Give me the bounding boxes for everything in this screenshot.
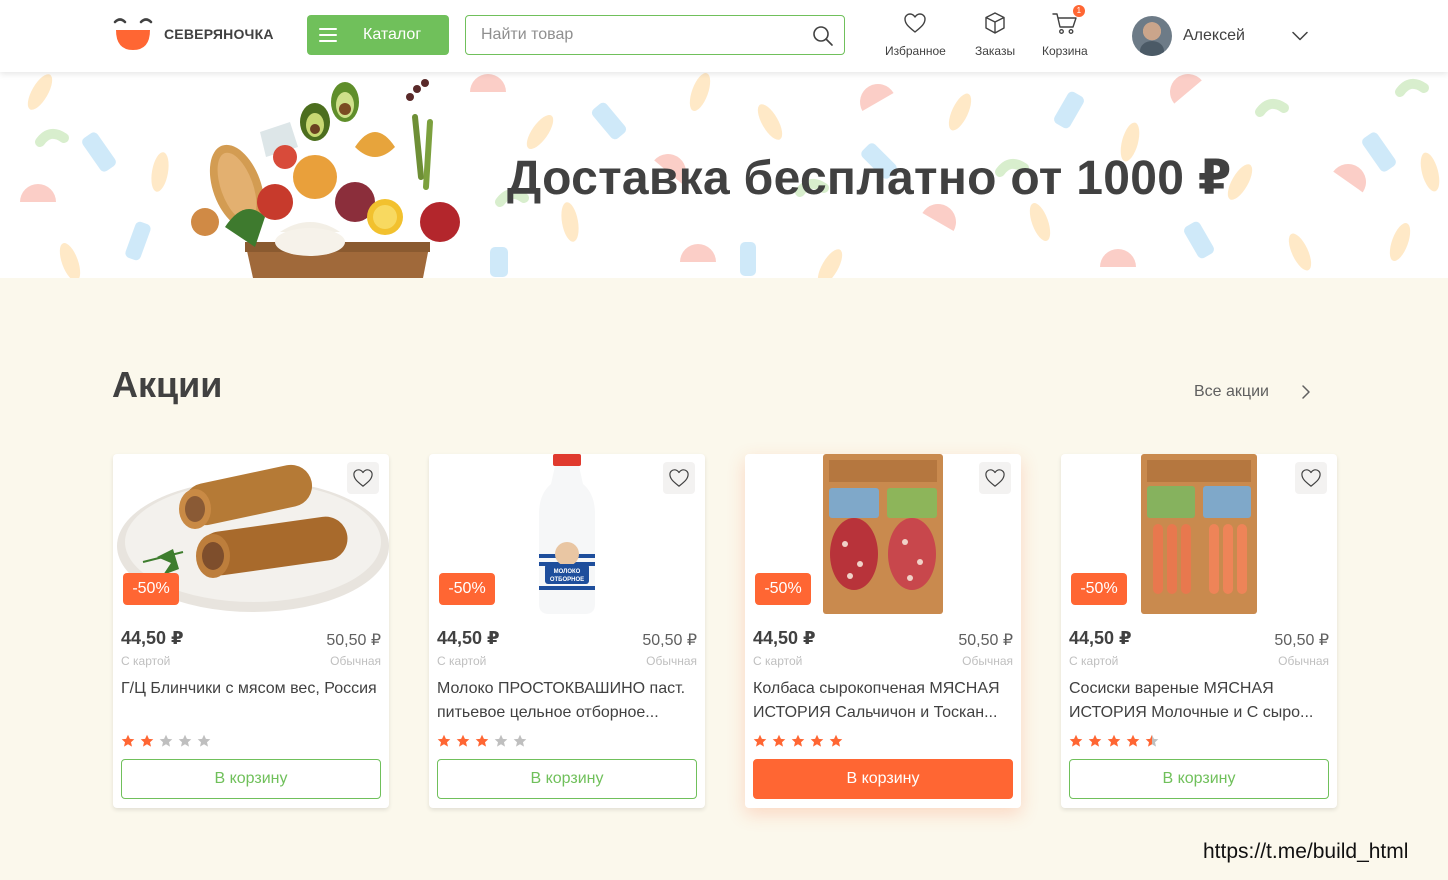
price-with-card: 44,50 ₽	[437, 628, 500, 648]
price-regular-label: Обычная	[646, 654, 697, 668]
price-regular-label: Обычная	[962, 654, 1013, 668]
star-icon	[753, 734, 767, 747]
star-icon	[829, 734, 843, 747]
heart-icon	[669, 469, 689, 487]
product-card[interactable]: МОЛОКО ОТБОРНОЕ -50% 44,50 ₽ 50,50 ₽ С к…	[429, 454, 705, 808]
discount-badge: -50%	[123, 573, 179, 605]
price-regular: 50,50 ₽	[1274, 632, 1329, 649]
favorite-button[interactable]	[979, 462, 1011, 494]
star-icon	[456, 734, 470, 747]
header: СЕВЕРЯНОЧКА Каталог Избранное Заказы 1 К…	[0, 0, 1448, 72]
star-icon	[1069, 734, 1083, 747]
favorite-button[interactable]	[1295, 462, 1327, 494]
catalog-button-label: Каталог	[363, 26, 422, 43]
grocery-bag-image	[191, 79, 460, 278]
add-to-cart-button[interactable]: В корзину	[121, 759, 381, 799]
nav-favorites[interactable]: Избранное	[885, 8, 946, 58]
heart-icon	[903, 8, 927, 38]
price-with-card-label: С картой	[121, 654, 171, 668]
catalog-button[interactable]: Каталог	[307, 15, 449, 55]
star-icon	[197, 734, 211, 747]
promo-section-title: Акции	[112, 364, 223, 405]
star-icon	[1145, 734, 1159, 747]
star-icon	[1088, 734, 1102, 747]
product-title[interactable]: Сосиски вареные МЯСНАЯ ИСТОРИЯ Молочные …	[1069, 677, 1331, 725]
user-name: Алексей	[1183, 27, 1245, 44]
logo[interactable]: СЕВЕРЯНОЧКА	[112, 16, 274, 52]
search-box	[465, 15, 845, 55]
discount-badge: -50%	[1071, 573, 1127, 605]
rating-stars	[753, 734, 848, 748]
chevron-right-icon	[1302, 385, 1310, 399]
star-icon	[140, 734, 154, 747]
product-card[interactable]: -50% 44,50 ₽ 50,50 ₽ С картой Обычная Со…	[1061, 454, 1337, 808]
star-icon	[810, 734, 824, 747]
logo-icon	[112, 16, 154, 52]
heart-icon	[353, 469, 373, 487]
nav-cart-label: Корзина	[1042, 44, 1088, 58]
banner-title: Доставка бесплатно от 1000 ₽	[507, 152, 1232, 205]
cart-icon: 1	[1052, 5, 1085, 38]
product-title[interactable]: Г/Ц Блинчики с мясом вес, Россия	[121, 677, 383, 725]
add-to-cart-button[interactable]: В корзину	[437, 759, 697, 799]
menu-icon	[319, 24, 337, 46]
rating-stars	[1069, 734, 1164, 748]
star-icon	[178, 734, 192, 747]
price-with-card: 44,50 ₽	[753, 628, 816, 648]
promo-banner[interactable]: Доставка бесплатно от 1000 ₽	[0, 72, 1448, 278]
heart-icon	[1301, 469, 1321, 487]
price-regular: 50,50 ₽	[326, 632, 381, 649]
discount-badge: -50%	[439, 573, 495, 605]
star-icon	[437, 734, 451, 747]
star-icon	[159, 734, 173, 747]
star-icon	[791, 734, 805, 747]
nav-orders-label: Заказы	[975, 44, 1016, 58]
favorite-button[interactable]	[347, 462, 379, 494]
nav-cart[interactable]: 1 Корзина	[1042, 5, 1088, 58]
logo-text: СЕВЕРЯНОЧКА	[164, 26, 274, 42]
nav-favorites-label: Избранное	[885, 44, 946, 58]
price-regular: 50,50 ₽	[958, 632, 1013, 649]
cart-badge: 1	[1072, 5, 1085, 17]
price-regular: 50,50 ₽	[642, 632, 697, 649]
nav-orders[interactable]: Заказы	[975, 8, 1015, 58]
price-regular-label: Обычная	[330, 654, 381, 668]
svg-text:ОТБОРНОЕ: ОТБОРНОЕ	[550, 577, 584, 583]
product-title[interactable]: Колбаса сырокопченая МЯСНАЯ ИСТОРИЯ Саль…	[753, 677, 1015, 725]
svg-text:МОЛОКО: МОЛОКО	[554, 569, 581, 575]
favorite-button[interactable]	[663, 462, 695, 494]
chevron-down-icon[interactable]	[1292, 28, 1308, 46]
price-with-card-label: С картой	[1069, 654, 1119, 668]
rating-stars	[437, 734, 532, 748]
heart-icon	[985, 469, 1005, 487]
star-icon	[513, 734, 527, 747]
price-with-card-label: С картой	[753, 654, 803, 668]
discount-badge: -50%	[755, 573, 811, 605]
star-icon	[1126, 734, 1140, 747]
watermark-link: https://t.me/build_html	[1203, 840, 1409, 863]
all-promos-link[interactable]: Все акции	[1194, 383, 1311, 401]
star-icon	[1107, 734, 1121, 747]
price-regular-label: Обычная	[1278, 654, 1329, 668]
star-icon	[121, 734, 135, 747]
product-title[interactable]: Молоко ПРОСТОКВАШИНО паст. питьевое цель…	[437, 677, 699, 725]
rating-stars	[121, 734, 216, 748]
price-with-card-label: С картой	[437, 654, 487, 668]
star-icon	[494, 734, 508, 747]
search-icon[interactable]	[812, 25, 834, 52]
star-icon	[772, 734, 786, 747]
search-input[interactable]	[481, 16, 801, 54]
user-menu[interactable]: Алексей	[1132, 16, 1308, 56]
add-to-cart-button[interactable]: В корзину	[753, 759, 1013, 799]
all-promos-label: Все акции	[1194, 383, 1269, 400]
add-to-cart-button[interactable]: В корзину	[1069, 759, 1329, 799]
product-card[interactable]: -50% 44,50 ₽ 50,50 ₽ С картой Обычная Г/…	[113, 454, 389, 808]
price-with-card: 44,50 ₽	[1069, 628, 1132, 648]
avatar	[1132, 16, 1172, 56]
product-card[interactable]: -50% 44,50 ₽ 50,50 ₽ С картой Обычная Ко…	[745, 454, 1021, 808]
price-with-card: 44,50 ₽	[121, 628, 184, 648]
star-icon	[475, 734, 489, 747]
box-icon	[983, 8, 1007, 38]
